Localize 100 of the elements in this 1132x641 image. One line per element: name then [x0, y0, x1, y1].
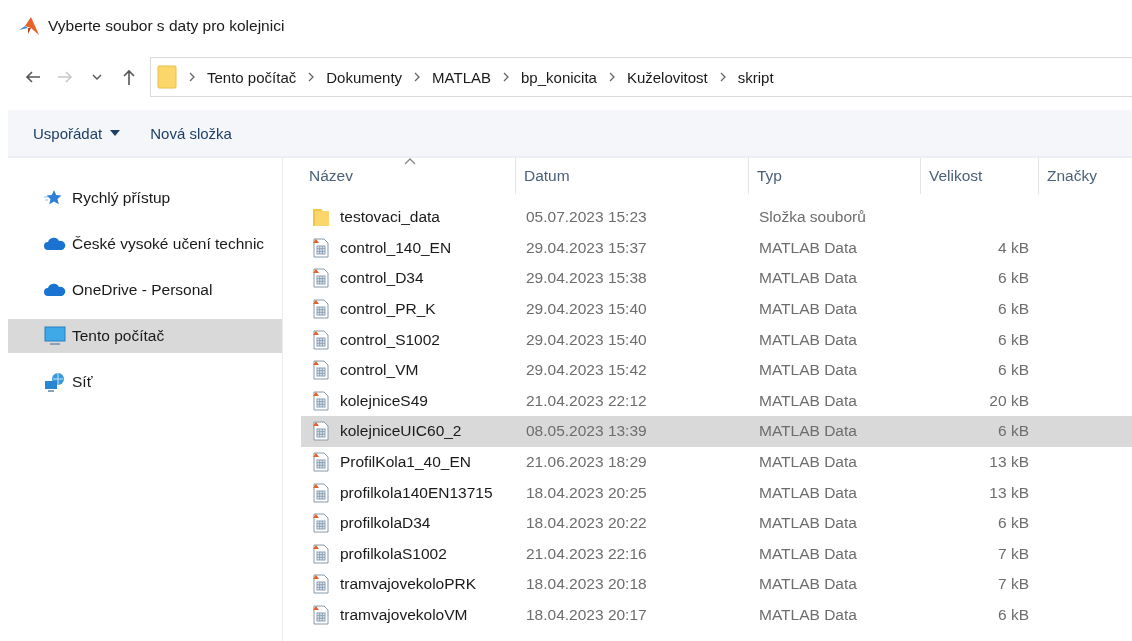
data-file-icon	[312, 329, 330, 350]
network-icon	[44, 372, 66, 392]
size-cell: 7 kB	[998, 575, 1029, 594]
file-name: profilkolaS1002	[340, 544, 447, 563]
type-cell: MATLAB Data	[759, 575, 857, 594]
data-file-icon	[312, 268, 330, 289]
sidebar-item[interactable]: Tento počítač	[8, 319, 282, 353]
type-cell: MATLAB Data	[759, 269, 857, 288]
file-name: control_140_EN	[340, 238, 452, 257]
folder-icon	[157, 65, 177, 89]
sidebar-item[interactable]: České vysoké učení technic	[8, 227, 282, 261]
file-name: ProfilKola1_40_EN	[340, 453, 471, 472]
file-name: tramvajovekoloPRK	[340, 575, 477, 594]
chevron-right-icon	[413, 72, 422, 82]
data-file-icon	[312, 360, 330, 381]
file-name: tramvajovekoloVM	[340, 606, 468, 624]
size-cell: 7 kB	[998, 544, 1029, 563]
window-title: Vyberte soubor s daty pro kolejnici	[48, 17, 285, 35]
data-file-icon	[312, 390, 330, 411]
file-row[interactable]: profilkolaD34 18.04.2023 20:22 MATLAB Data 6 kB	[301, 507, 1132, 539]
data-file-icon	[312, 543, 330, 564]
organize-menu[interactable]: Uspořádat	[33, 124, 121, 142]
file-row[interactable]: kolejniceUIC60_2 08.05.2023 13:39 MATLAB Data 6 kB	[301, 416, 1132, 447]
size-cell: 13 kB	[989, 453, 1029, 472]
date-cell: 21.04.2023 22:12	[526, 391, 647, 410]
chevron-right-icon	[307, 72, 316, 82]
sidebar-item[interactable]: Rychlý přístup	[8, 181, 282, 215]
size-cell: 6 kB	[998, 300, 1029, 319]
type-cell: MATLAB Data	[759, 238, 857, 257]
file-row[interactable]: control_D34 29.04.2023 15:38 MATLAB Data 6 kB	[301, 263, 1132, 294]
file-row[interactable]: kolejniceS49 21.04.2023 22:12 MATLAB Data 20 kB	[301, 385, 1132, 417]
data-file-icon	[312, 574, 330, 595]
file-name: control_S1002	[340, 330, 440, 349]
data-file-icon	[312, 482, 330, 503]
file-row[interactable]: control_S1002 29.04.2023 15:40 MATLAB Data 6 kB	[301, 324, 1132, 355]
type-cell: MATLAB Data	[759, 391, 857, 410]
size-cell: 4 kB	[998, 238, 1029, 257]
file-name: control_PR_K	[340, 300, 436, 319]
file-row[interactable]: profilkolaS1002 21.04.2023 22:16 MATLAB Data 7 kB	[301, 538, 1132, 570]
column-header[interactable]: Datum	[516, 158, 749, 194]
date-cell: 05.07.2023 15:23	[526, 208, 647, 227]
address-bar[interactable]: Tento počítač Dokumenty MATLAB bp_konicita Kuželovitost skript	[150, 57, 1132, 97]
column-header[interactable]: Název	[301, 158, 516, 194]
size-cell: 6 kB	[998, 269, 1029, 288]
size-cell: 6 kB	[998, 361, 1029, 380]
date-cell: 29.04.2023 15:37	[526, 238, 647, 257]
date-cell: 29.04.2023 15:40	[526, 330, 647, 349]
column-header[interactable]: Značky	[1039, 158, 1132, 194]
cloud-icon	[44, 237, 66, 251]
file-name: kolejniceUIC60_2	[340, 422, 462, 441]
file-row[interactable]: ProfilKola1_40_EN 21.06.2023 18:29 MATLAB Data 13 kB	[301, 446, 1132, 478]
data-file-icon	[312, 237, 330, 258]
sort-caret-icon	[403, 158, 416, 165]
breadcrumb-item[interactable]: Dokumenty	[326, 68, 403, 86]
file-name: testovaci_data	[340, 208, 440, 227]
sidebar-item[interactable]: Síť	[8, 365, 282, 399]
column-header[interactable]: Typ	[749, 158, 921, 194]
data-file-icon	[312, 421, 330, 442]
size-cell: 6 kB	[998, 422, 1029, 441]
type-cell: MATLAB Data	[759, 330, 857, 349]
breadcrumb-item[interactable]: skript	[737, 68, 774, 86]
date-cell: 29.04.2023 15:40	[526, 300, 647, 319]
file-name: kolejniceS49	[340, 391, 428, 410]
file-name: profilkolaD34	[340, 514, 431, 533]
file-name: control_VM	[340, 361, 419, 380]
file-row[interactable]: control_140_EN 29.04.2023 15:37 MATLAB Data 4 kB	[301, 232, 1132, 264]
type-cell: MATLAB Data	[759, 300, 857, 319]
app-logo-icon	[18, 16, 40, 36]
file-row[interactable]: control_VM 29.04.2023 15:42 MATLAB Data 6 kB	[301, 354, 1132, 386]
file-row[interactable]: testovaci_data 05.07.2023 15:23 Složka souborů	[301, 202, 1132, 233]
star-icon	[44, 189, 62, 207]
file-row[interactable]: tramvajovekoloPRK 18.04.2023 20:18 MATLAB Data 7 kB	[301, 569, 1132, 600]
breadcrumb-item[interactable]: MATLAB	[432, 68, 491, 86]
date-cell: 18.04.2023 20:25	[526, 483, 647, 502]
column-header[interactable]: Velikost	[921, 158, 1039, 194]
file-row[interactable]: control_PR_K 29.04.2023 15:40 MATLAB Data 6 kB	[301, 293, 1132, 325]
date-cell: 18.04.2023 20:18	[526, 575, 647, 594]
type-cell: Složka souborů	[759, 208, 866, 227]
type-cell: MATLAB Data	[759, 453, 857, 472]
data-file-icon	[312, 299, 330, 320]
file-row[interactable]: profilkola140EN13715 18.04.2023 20:25 MATLAB Data 13 kB	[301, 477, 1132, 508]
file-name: profilkola140EN13715	[340, 483, 493, 502]
data-file-icon	[312, 452, 330, 473]
size-cell: 20 kB	[989, 391, 1029, 410]
chevron-right-icon	[718, 72, 727, 82]
type-cell: MATLAB Data	[759, 361, 857, 380]
folder-icon	[312, 207, 330, 228]
breadcrumb-item[interactable]: bp_konicita	[521, 68, 597, 86]
breadcrumb-item[interactable]: Tento počítač	[207, 68, 297, 86]
date-cell: 29.04.2023 15:42	[526, 361, 647, 380]
file-row[interactable]: tramvajovekoloVM 18.04.2023 20:17 MATLAB Data 6 kB	[301, 599, 1132, 631]
breadcrumb-item[interactable]: Kuželovitost	[626, 68, 708, 86]
chevron-right-icon	[188, 72, 196, 82]
computer-icon	[44, 326, 66, 346]
sidebar-item[interactable]: OneDrive - Personal	[8, 273, 282, 307]
type-cell: MATLAB Data	[759, 483, 857, 502]
date-cell: 29.04.2023 15:38	[526, 269, 647, 288]
new-folder-button[interactable]: Nová složka	[150, 124, 232, 142]
date-cell: 21.06.2023 18:29	[526, 453, 647, 472]
size-cell: 6 kB	[998, 606, 1029, 624]
